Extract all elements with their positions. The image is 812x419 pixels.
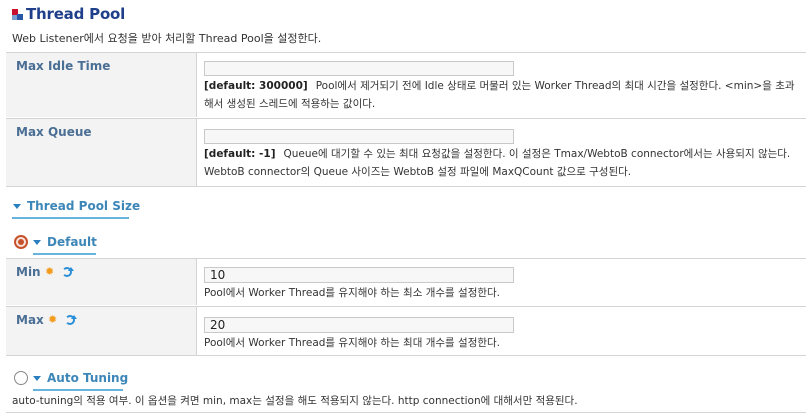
- max-label: Max: [16, 313, 44, 327]
- asterisk-icon: ✹: [45, 265, 55, 278]
- auto-tuning-option[interactable]: Auto Tuning: [14, 371, 128, 385]
- max-row: Max ✹ Pool에서 Worker Thread를 유지해야 하는 최대 개…: [6, 306, 806, 355]
- section-underline: [12, 217, 129, 219]
- max-value-cell: Pool에서 Worker Thread를 유지해야 하는 최대 개수를 설정한…: [204, 307, 804, 355]
- auto-tuning-label: Auto Tuning: [47, 371, 129, 385]
- asterisk-icon: ✹: [48, 313, 58, 326]
- thread-pool-size-section[interactable]: Thread Pool Size: [13, 199, 140, 213]
- max-queue-label-cell: Max Queue: [6, 119, 197, 187]
- page-title: Thread Pool: [26, 5, 126, 23]
- divider: [6, 412, 806, 413]
- triangle-down-icon: [33, 239, 41, 245]
- max-input[interactable]: [204, 317, 514, 333]
- max-queue-input[interactable]: [204, 129, 514, 144]
- max-idle-time-input[interactable]: [204, 61, 514, 76]
- divider: [6, 186, 806, 187]
- triangle-down-icon: [13, 203, 21, 209]
- page-subtitle: Web Listener에서 요청을 받아 처리할 Thread Pool을 설…: [12, 32, 322, 45]
- max-queue-description: [default: -1] Queue에 대기할 수 있는 최대 요청값을 설정한…: [204, 145, 800, 181]
- default-option-label: Default: [47, 235, 97, 249]
- min-input[interactable]: [204, 267, 514, 283]
- max-idle-time-row: Max Idle Time [default: 300000] Pool에서 제거…: [6, 52, 806, 117]
- thread-pool-size-title: Thread Pool Size: [27, 199, 141, 213]
- min-description: Pool에서 Worker Thread를 유지해야 하는 최소 개수를 설정한…: [204, 287, 501, 299]
- max-idle-time-default: [default: 300000]: [204, 80, 308, 92]
- max-queue-desc-text: Queue에 대기할 수 있는 최대 요청값을 설정한다. 이 설정은 Tmax…: [204, 148, 791, 178]
- divider: [6, 355, 806, 356]
- max-queue-value-cell: [default: -1] Queue에 대기할 수 있는 최대 요청값을 설정한…: [204, 119, 804, 187]
- thread-pool-icon: [12, 8, 23, 20]
- max-idle-time-description: [default: 300000] Pool에서 제거되기 전에 Idle 상태로…: [204, 77, 800, 113]
- refresh-icon[interactable]: [65, 315, 77, 325]
- min-label-cell: Min ✹: [6, 259, 197, 305]
- page-header: Thread Pool: [12, 5, 125, 23]
- max-idle-time-label: Max Idle Time: [16, 59, 111, 73]
- min-row: Min ✹ Pool에서 Worker Thread를 유지해야 하는 최소 개…: [6, 258, 806, 305]
- max-idle-time-label-cell: Max Idle Time: [6, 53, 197, 117]
- default-option[interactable]: Default: [14, 235, 97, 249]
- max-idle-time-value-cell: [default: 300000] Pool에서 제거되기 전에 Idle 상태로…: [204, 53, 804, 117]
- max-description: Pool에서 Worker Thread를 유지해야 하는 최대 개수를 설정한…: [204, 337, 501, 349]
- min-value-cell: Pool에서 Worker Thread를 유지해야 하는 최소 개수를 설정한…: [204, 259, 804, 305]
- max-queue-default: [default: -1]: [204, 148, 276, 160]
- max-queue-label: Max Queue: [16, 125, 92, 139]
- min-label: Min: [16, 265, 41, 279]
- default-radio[interactable]: [14, 235, 28, 249]
- refresh-icon[interactable]: [62, 267, 74, 277]
- auto-tuning-underline: [33, 389, 123, 391]
- auto-tuning-description: auto-tuning의 적용 여부. 이 옵션을 켜면 min, max는 설…: [12, 395, 578, 407]
- triangle-down-icon: [33, 375, 41, 381]
- max-label-cell: Max ✹: [6, 307, 197, 355]
- default-underline: [33, 253, 96, 255]
- auto-tuning-radio[interactable]: [14, 371, 28, 385]
- max-queue-row: Max Queue [default: -1] Queue에 대기할 수 있는 최…: [6, 118, 806, 187]
